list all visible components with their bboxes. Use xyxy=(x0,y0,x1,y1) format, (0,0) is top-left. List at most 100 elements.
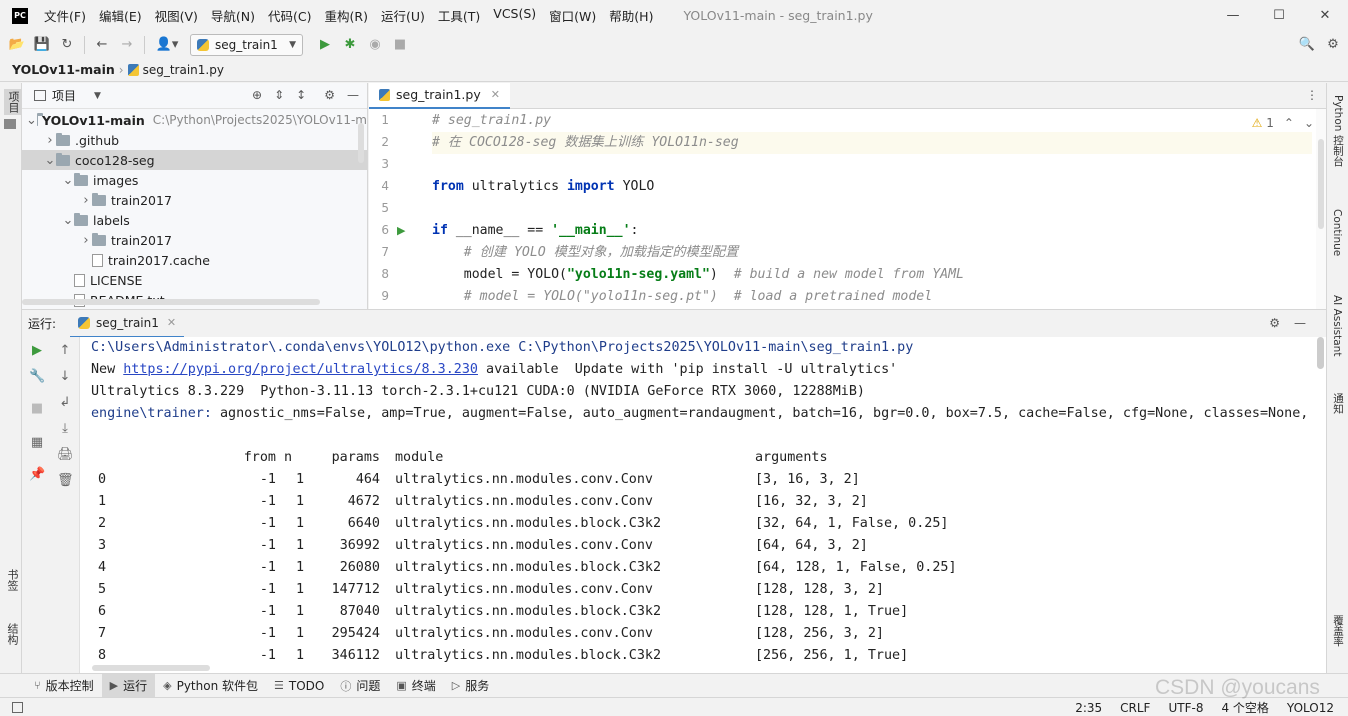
chevron-down-icon[interactable]: ⌄ xyxy=(44,153,56,168)
gear-icon[interactable]: ⚙ xyxy=(324,88,335,102)
search-icon[interactable]: 🔍 xyxy=(1299,36,1315,52)
layout-toggle-icon[interactable] xyxy=(12,701,23,713)
code-area[interactable]: # seg_train1.py # 在 COCO128-seg 数据集上训练 YO… xyxy=(432,109,1312,309)
collapse-all-icon[interactable]: ↕ xyxy=(296,88,306,102)
console-horizontal-scrollbar[interactable] xyxy=(92,665,210,671)
soft-wrap-icon[interactable]: ↲ xyxy=(57,395,73,411)
tree-item[interactable]: › train2017 xyxy=(22,190,367,210)
tree-item[interactable]: ⌄ labels xyxy=(22,210,367,230)
menu-item[interactable]: VCS(S) xyxy=(493,6,536,25)
close-tab-icon[interactable]: ✕ xyxy=(491,88,500,101)
menu-item[interactable]: 帮助(H) xyxy=(609,6,653,25)
tool-window-button[interactable]: ⑂ 版本控制 xyxy=(26,674,102,698)
file-encoding[interactable]: UTF-8 xyxy=(1168,701,1203,715)
more-options-icon[interactable]: ⋮ xyxy=(1306,88,1318,102)
menu-item[interactable]: 导航(N) xyxy=(211,6,255,25)
update-link[interactable]: https://pypi.org/project/ultralytics/8.3… xyxy=(123,362,478,377)
user-icon[interactable]: 👤▾ xyxy=(154,37,180,53)
tree-item[interactable]: ⌄ images xyxy=(22,170,367,190)
menu-item[interactable]: 文件(F) xyxy=(44,6,86,25)
bookmarks-stripe-tab[interactable]: 书签 xyxy=(4,569,20,591)
tool-window-button[interactable]: ▣ 终端 xyxy=(388,674,443,698)
coverage-tab[interactable]: 覆盖率 xyxy=(1331,615,1346,647)
debug-icon[interactable]: ✱ xyxy=(342,37,358,53)
chevron-right-icon[interactable]: › xyxy=(80,193,92,208)
menu-item[interactable]: 视图(V) xyxy=(155,6,198,25)
settings-gear-icon[interactable]: ⚙ xyxy=(1325,36,1341,52)
tool-window-button[interactable]: ◈ Python 软件包 xyxy=(155,674,266,698)
close-tab-icon[interactable]: ✕ xyxy=(167,316,176,329)
tree-item[interactable]: ⌄ YOLOv11-main C:\Python\Projects2025\YOLO… xyxy=(22,110,367,130)
scroll-down-icon[interactable]: ↓ xyxy=(57,369,73,385)
tool-window-button[interactable]: ☰ TODO xyxy=(266,674,332,698)
notifications-tab[interactable]: 通知 xyxy=(1331,393,1346,414)
minimize-icon[interactable]: — xyxy=(1210,0,1256,31)
maximize-icon[interactable]: ☐ xyxy=(1256,0,1302,31)
pin-icon[interactable]: 📌 xyxy=(29,467,45,483)
back-arrow-icon[interactable]: ← xyxy=(94,37,110,53)
tool-window-button[interactable]: ⓘ 问题 xyxy=(332,674,388,698)
chevron-down-icon[interactable]: ⌄ xyxy=(26,113,37,128)
open-folder-icon[interactable]: 📂 xyxy=(9,37,25,53)
chevron-right-icon[interactable]: › xyxy=(80,233,92,248)
caret-position[interactable]: 2:35 xyxy=(1075,701,1102,715)
tool-window-button[interactable]: ▶ 运行 xyxy=(101,673,156,698)
chevron-down-icon[interactable]: ⌄ xyxy=(62,213,74,228)
tree-item[interactable]: › .github xyxy=(22,130,367,150)
tool-window-button[interactable]: ▷ 服务 xyxy=(444,674,497,698)
run-icon[interactable]: ▶ xyxy=(317,37,333,53)
chevron-down-icon[interactable]: ⌄ xyxy=(1304,116,1314,130)
wrench-icon[interactable]: 🔧 xyxy=(29,369,45,385)
horizontal-scrollbar[interactable] xyxy=(22,299,320,305)
console-vertical-scrollbar[interactable] xyxy=(1314,337,1326,673)
tree-item[interactable]: train2017.cache xyxy=(22,250,367,270)
rerun-icon[interactable]: ▶ xyxy=(29,343,45,359)
gear-icon[interactable]: ⚙ xyxy=(1269,316,1280,330)
run-gutter-icon[interactable]: ▶ xyxy=(397,224,405,237)
breadcrumb-project[interactable]: YOLOv11-main xyxy=(12,62,115,77)
tree-item[interactable]: › train2017 xyxy=(22,230,367,250)
menu-item[interactable]: 窗口(W) xyxy=(549,6,596,25)
run-console-output[interactable]: C:\Users\Administrator\.conda\envs\YOLO1… xyxy=(80,337,1314,673)
ai-assistant-tab[interactable]: AI Assistant xyxy=(1331,295,1343,356)
menu-item[interactable]: 工具(T) xyxy=(438,6,480,25)
project-stripe-tab[interactable]: 项目 xyxy=(4,89,22,115)
line-separator[interactable]: CRLF xyxy=(1120,701,1150,715)
project-panel-title[interactable]: 项目 xyxy=(52,87,76,104)
chevron-right-icon[interactable]: › xyxy=(44,133,56,148)
menu-item[interactable]: 代码(C) xyxy=(268,6,311,25)
indent-setting[interactable]: 4 个空格 xyxy=(1221,699,1268,716)
chevron-up-icon[interactable]: ⌃ xyxy=(1284,116,1294,130)
run-tab[interactable]: seg_train1 ✕ xyxy=(70,310,185,338)
run-config-select[interactable]: seg_train1 ▼ xyxy=(190,33,303,56)
close-window-icon[interactable]: ✕ xyxy=(1302,0,1348,31)
layout-icon[interactable]: ▦ xyxy=(29,435,45,451)
stop-icon[interactable]: ■ xyxy=(29,401,45,417)
chevron-down-icon[interactable]: ▼ xyxy=(94,91,101,101)
vertical-scrollbar[interactable] xyxy=(358,123,364,163)
hide-icon[interactable]: — xyxy=(1294,316,1306,330)
continue-tab[interactable]: Continue xyxy=(1331,209,1343,256)
editor-scrollbar[interactable] xyxy=(1316,109,1326,309)
stop-icon[interactable]: ■ xyxy=(392,37,408,53)
coverage-icon[interactable]: ◉ xyxy=(367,37,383,53)
scroll-to-end-icon[interactable]: ⤓ xyxy=(57,421,73,437)
menu-item[interactable]: 运行(U) xyxy=(381,6,425,25)
python-console-tab[interactable]: Python 控制台 xyxy=(1331,95,1346,166)
sync-icon[interactable]: ↻ xyxy=(59,37,75,53)
tree-item[interactable]: LICENSE xyxy=(22,270,367,290)
menu-item[interactable]: 重构(R) xyxy=(325,6,368,25)
structure-stripe-tab[interactable]: 结构 xyxy=(4,623,20,645)
inspection-widget[interactable]: ⚠ 1 ⌃ ⌄ xyxy=(1252,116,1314,130)
python-interpreter[interactable]: YOLO12 xyxy=(1287,701,1334,715)
hide-icon[interactable]: — xyxy=(347,88,359,102)
print-icon[interactable]: 🖨 xyxy=(57,447,74,463)
expand-all-icon[interactable]: ⇕ xyxy=(274,88,284,102)
trash-icon[interactable]: 🗑 xyxy=(57,473,74,489)
editor-tab[interactable]: seg_train1.py ✕ xyxy=(369,83,510,109)
breadcrumb-file[interactable]: seg_train1.py xyxy=(143,63,224,77)
tree-item[interactable]: ⌄ coco128-seg xyxy=(22,150,367,170)
menu-item[interactable]: 编辑(E) xyxy=(99,6,142,25)
scroll-up-icon[interactable]: ↑ xyxy=(57,343,73,359)
chevron-down-icon[interactable]: ⌄ xyxy=(62,173,74,188)
